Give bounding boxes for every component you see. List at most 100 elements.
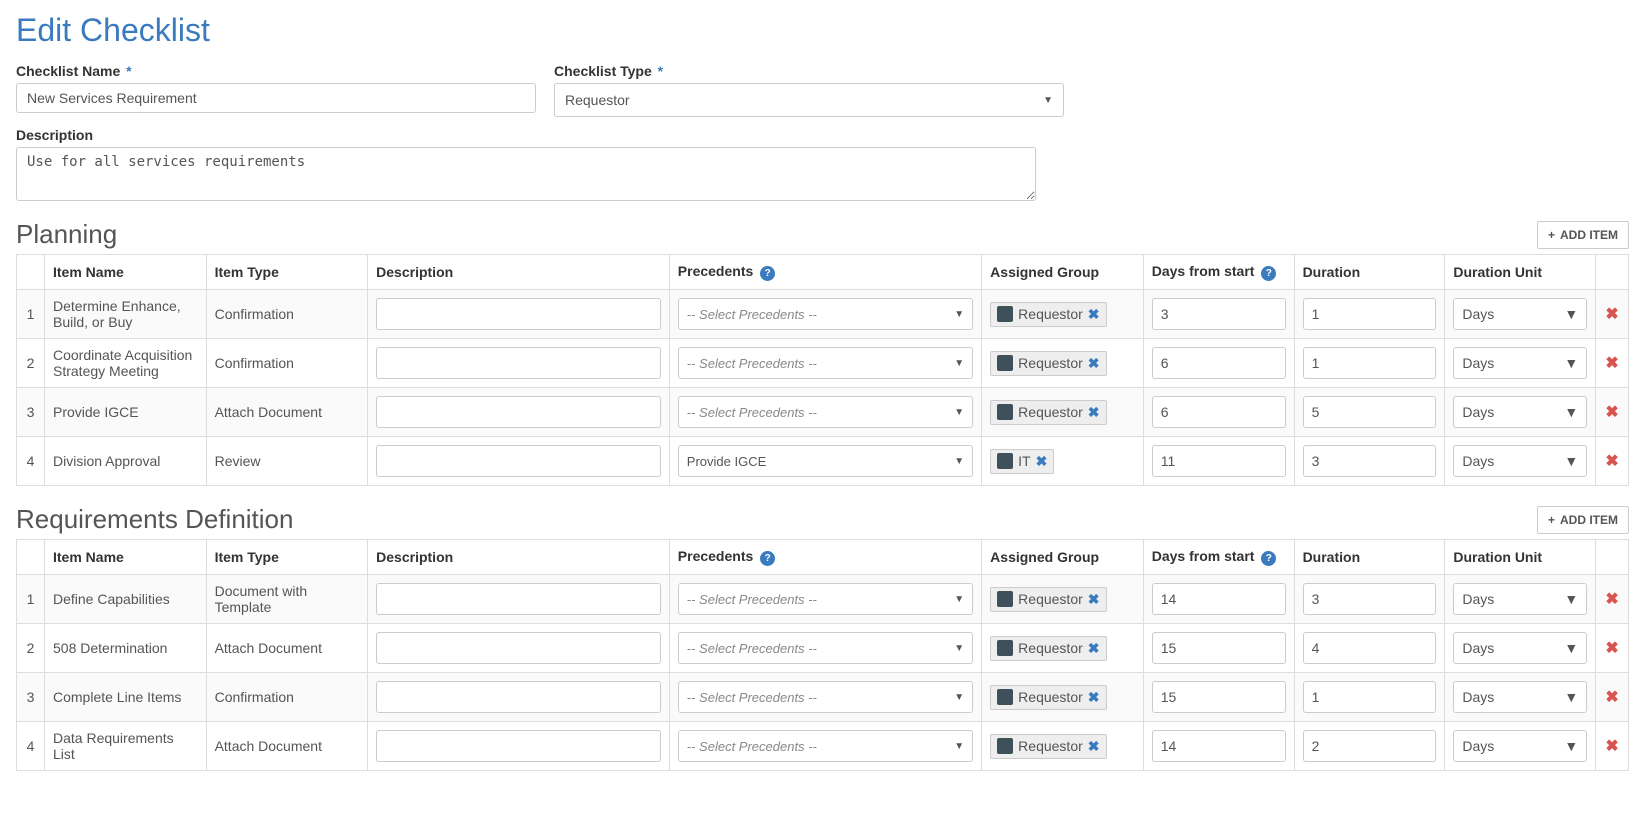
caret-down-icon: ▼ [1564, 738, 1578, 754]
assigned-group-chip[interactable]: Requestor ✖ [990, 302, 1106, 327]
precedents-select[interactable]: -- Select Precedents -- ▼ [678, 681, 973, 713]
checklist-type-label: Checklist Type * [554, 63, 1064, 79]
days-from-start-input[interactable] [1152, 347, 1286, 379]
duration-input[interactable] [1303, 632, 1437, 664]
assigned-group-label: Requestor [1018, 306, 1083, 322]
duration-input[interactable] [1303, 298, 1437, 330]
precedents-select[interactable]: -- Select Precedents -- ▼ [678, 396, 973, 428]
precedents-select[interactable]: -- Select Precedents -- ▼ [678, 347, 973, 379]
precedents-select[interactable]: -- Select Precedents -- ▼ [678, 583, 973, 615]
add-item-button[interactable]: + ADD ITEM [1537, 221, 1629, 249]
duration-input[interactable] [1303, 396, 1437, 428]
duration-input[interactable] [1303, 681, 1437, 713]
assigned-group-chip[interactable]: Requestor ✖ [990, 685, 1106, 710]
assigned-group-chip[interactable]: IT ✖ [990, 449, 1054, 474]
description-textarea[interactable] [16, 147, 1036, 201]
help-icon[interactable]: ? [1261, 551, 1276, 566]
remove-chip-icon[interactable]: ✖ [1088, 640, 1100, 657]
days-from-start-cell [1143, 722, 1294, 771]
col-duration-unit: Duration Unit [1445, 540, 1596, 575]
remove-chip-icon[interactable]: ✖ [1088, 404, 1100, 421]
days-from-start-input[interactable] [1152, 445, 1286, 477]
delete-row-icon[interactable]: ✖ [1605, 306, 1618, 323]
duration-unit-select[interactable]: Days ▼ [1453, 445, 1587, 477]
delete-row-icon[interactable]: ✖ [1605, 640, 1618, 657]
checklist-name-input[interactable] [16, 83, 536, 113]
duration-unit-value: Days [1462, 689, 1494, 705]
remove-chip-icon[interactable]: ✖ [1036, 453, 1048, 470]
description-input[interactable] [376, 396, 661, 428]
duration-unit-select[interactable]: Days ▼ [1453, 632, 1587, 664]
duration-unit-select[interactable]: Days ▼ [1453, 347, 1587, 379]
description-input[interactable] [376, 347, 661, 379]
caret-down-icon: ▼ [954, 309, 964, 320]
description-input[interactable] [376, 632, 661, 664]
description-input[interactable] [376, 298, 661, 330]
col-assigned-group: Assigned Group [982, 540, 1144, 575]
assigned-group-chip[interactable]: Requestor ✖ [990, 734, 1106, 759]
days-from-start-input[interactable] [1152, 583, 1286, 615]
checklist-type-select[interactable]: Requestor ▼ [554, 83, 1064, 117]
duration-unit-select[interactable]: Days ▼ [1453, 396, 1587, 428]
precedents-select[interactable]: Provide IGCE ▼ [678, 445, 973, 477]
item-type-cell: Attach Document [206, 388, 368, 437]
assigned-group-chip[interactable]: Requestor ✖ [990, 351, 1106, 376]
delete-row-icon[interactable]: ✖ [1605, 689, 1618, 706]
duration-cell [1294, 624, 1445, 673]
caret-down-icon: ▼ [1564, 689, 1578, 705]
table-header-row: Item Name Item Type Description Preceden… [17, 255, 1629, 290]
duration-input[interactable] [1303, 347, 1437, 379]
caret-down-icon: ▼ [1564, 453, 1578, 469]
help-icon[interactable]: ? [760, 551, 775, 566]
delete-row-icon[interactable]: ✖ [1605, 591, 1618, 608]
days-from-start-input[interactable] [1152, 681, 1286, 713]
assigned-group-label: Requestor [1018, 404, 1083, 420]
table-row: 2 508 Determination Attach Document -- S… [17, 624, 1629, 673]
caret-down-icon: ▼ [1564, 640, 1578, 656]
remove-chip-icon[interactable]: ✖ [1088, 355, 1100, 372]
duration-unit-select[interactable]: Days ▼ [1453, 583, 1587, 615]
days-from-start-input[interactable] [1152, 298, 1286, 330]
item-type-cell: Confirmation [206, 290, 368, 339]
item-name-cell: Define Capabilities [45, 575, 207, 624]
description-input[interactable] [376, 583, 661, 615]
duration-input[interactable] [1303, 730, 1437, 762]
delete-row-icon[interactable]: ✖ [1605, 404, 1618, 421]
table-row: 3 Provide IGCE Attach Document -- Select… [17, 388, 1629, 437]
assigned-group-cell: Requestor ✖ [982, 624, 1144, 673]
duration-cell [1294, 673, 1445, 722]
days-from-start-input[interactable] [1152, 632, 1286, 664]
precedents-select[interactable]: -- Select Precedents -- ▼ [678, 730, 973, 762]
description-cell [368, 388, 670, 437]
delete-row-icon[interactable]: ✖ [1605, 453, 1618, 470]
description-input[interactable] [376, 681, 661, 713]
days-from-start-input[interactable] [1152, 730, 1286, 762]
remove-chip-icon[interactable]: ✖ [1088, 689, 1100, 706]
duration-unit-cell: Days ▼ [1445, 290, 1596, 339]
description-input[interactable] [376, 445, 661, 477]
assigned-group-chip[interactable]: Requestor ✖ [990, 400, 1106, 425]
remove-chip-icon[interactable]: ✖ [1088, 591, 1100, 608]
item-name-cell: Complete Line Items [45, 673, 207, 722]
precedents-select[interactable]: -- Select Precedents -- ▼ [678, 298, 973, 330]
duration-unit-select[interactable]: Days ▼ [1453, 730, 1587, 762]
duration-unit-select[interactable]: Days ▼ [1453, 298, 1587, 330]
remove-chip-icon[interactable]: ✖ [1088, 306, 1100, 323]
delete-row-icon[interactable]: ✖ [1605, 738, 1618, 755]
precedents-select[interactable]: -- Select Precedents -- ▼ [678, 632, 973, 664]
duration-input[interactable] [1303, 445, 1437, 477]
remove-chip-icon[interactable]: ✖ [1088, 738, 1100, 755]
help-icon[interactable]: ? [1261, 266, 1276, 281]
description-input[interactable] [376, 730, 661, 762]
assigned-group-chip[interactable]: Requestor ✖ [990, 587, 1106, 612]
table-row: 2 Coordinate Acquisition Strategy Meetin… [17, 339, 1629, 388]
avatar-icon [997, 738, 1013, 754]
assigned-group-chip[interactable]: Requestor ✖ [990, 636, 1106, 661]
duration-input[interactable] [1303, 583, 1437, 615]
help-icon[interactable]: ? [760, 266, 775, 281]
days-from-start-input[interactable] [1152, 396, 1286, 428]
duration-unit-value: Days [1462, 404, 1494, 420]
delete-row-icon[interactable]: ✖ [1605, 355, 1618, 372]
add-item-button[interactable]: + ADD ITEM [1537, 506, 1629, 534]
duration-unit-select[interactable]: Days ▼ [1453, 681, 1587, 713]
